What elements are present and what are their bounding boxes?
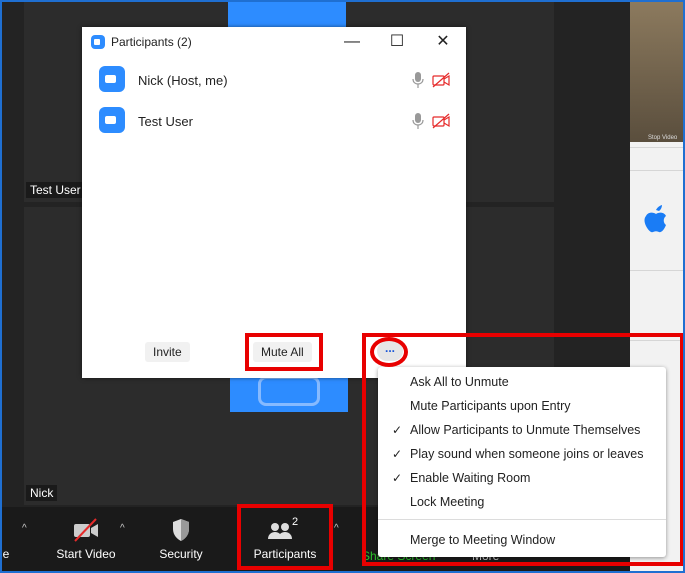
divider [630,147,683,148]
menu-item-label: Lock Meeting [410,495,485,509]
participants-title: Participants (2) [111,35,192,49]
check-icon: ✓ [392,471,403,485]
audio-options-caret[interactable]: ^ [22,523,27,534]
participants-titlebar[interactable]: Participants (2) — ☐ ✕ [82,27,466,57]
start-video-button[interactable]: Start Video [54,517,118,561]
participants-window: Participants (2) — ☐ ✕ Nick (Host, me) T… [82,27,466,378]
video-off-icon[interactable] [432,72,450,88]
more-options-menu: Ask All to Unmute Mute Participants upon… [378,367,666,557]
participants-count: 2 [292,517,298,528]
invite-button[interactable]: Invite [145,342,190,362]
participants-options-caret[interactable]: ^ [334,523,339,534]
muted-mic-icon[interactable] [412,71,424,89]
menu-item-lock-meeting[interactable]: Lock Meeting [378,491,666,513]
menu-item-allow-unmute[interactable]: ✓ Allow Participants to Unmute Themselve… [378,419,666,441]
participants-label: Participants [253,547,317,561]
avatar [99,66,125,92]
menu-item-play-sound[interactable]: ✓ Play sound when someone joins or leave… [378,443,666,465]
zoom-logo-icon [91,35,105,49]
maximize-button[interactable]: ☐ [385,31,409,53]
menu-item-label: Play sound when someone joins or leaves [410,447,644,461]
video-off-icon[interactable] [432,113,450,129]
more-options-button[interactable]: ... [377,341,403,361]
apple-icon[interactable] [640,202,672,236]
video-off-icon [54,517,118,543]
menu-item-label: Mute Participants upon Entry [410,399,571,413]
menu-item-ask-all-to-unmute[interactable]: Ask All to Unmute [378,371,666,393]
menu-separator [378,519,666,520]
shield-icon [154,517,208,543]
menu-item-label: Allow Participants to Unmute Themselves [410,423,641,437]
active-speaker-strip [228,2,346,27]
camera-placeholder-icon [258,376,320,406]
menu-item-label: Ask All to Unmute [410,375,509,389]
participants-button[interactable]: 2 Participants [250,516,320,561]
start-video-label: Start Video [56,547,116,561]
close-button[interactable]: ✕ [431,31,455,53]
minimize-button[interactable]: — [340,31,364,53]
participant-name: Nick (Host, me) [138,73,228,88]
check-icon: ✓ [392,447,403,461]
divider [630,340,683,341]
avatar [99,107,125,133]
participant-row[interactable]: Test User [82,101,466,141]
divider [630,170,683,171]
participant-row[interactable]: Nick (Host, me) [82,60,466,100]
menu-item-mute-upon-entry[interactable]: Mute Participants upon Entry [378,395,666,417]
mute-button-label[interactable]: e [2,547,10,561]
name-tag-test-user: Test User [26,182,85,198]
muted-mic-icon[interactable] [412,112,424,130]
menu-item-waiting-room[interactable]: ✓ Enable Waiting Room [378,467,666,489]
security-button[interactable]: Security [154,517,208,561]
participants-icon: 2 [250,516,320,543]
menu-item-merge-window[interactable]: Merge to Meeting Window [378,529,666,551]
participant-name: Test User [138,114,193,129]
menu-item-label: Enable Waiting Room [410,471,531,485]
name-tag-nick: Nick [26,485,58,501]
stop-video-label[interactable]: Stop Video [648,135,677,141]
self-view-thumbnail[interactable] [630,2,683,142]
mute-all-button[interactable]: Mute All [253,342,312,362]
security-label: Security [159,547,203,561]
check-icon: ✓ [392,423,403,437]
menu-item-label: Merge to Meeting Window [410,533,556,547]
video-options-caret[interactable]: ^ [120,523,125,534]
divider [630,270,683,271]
